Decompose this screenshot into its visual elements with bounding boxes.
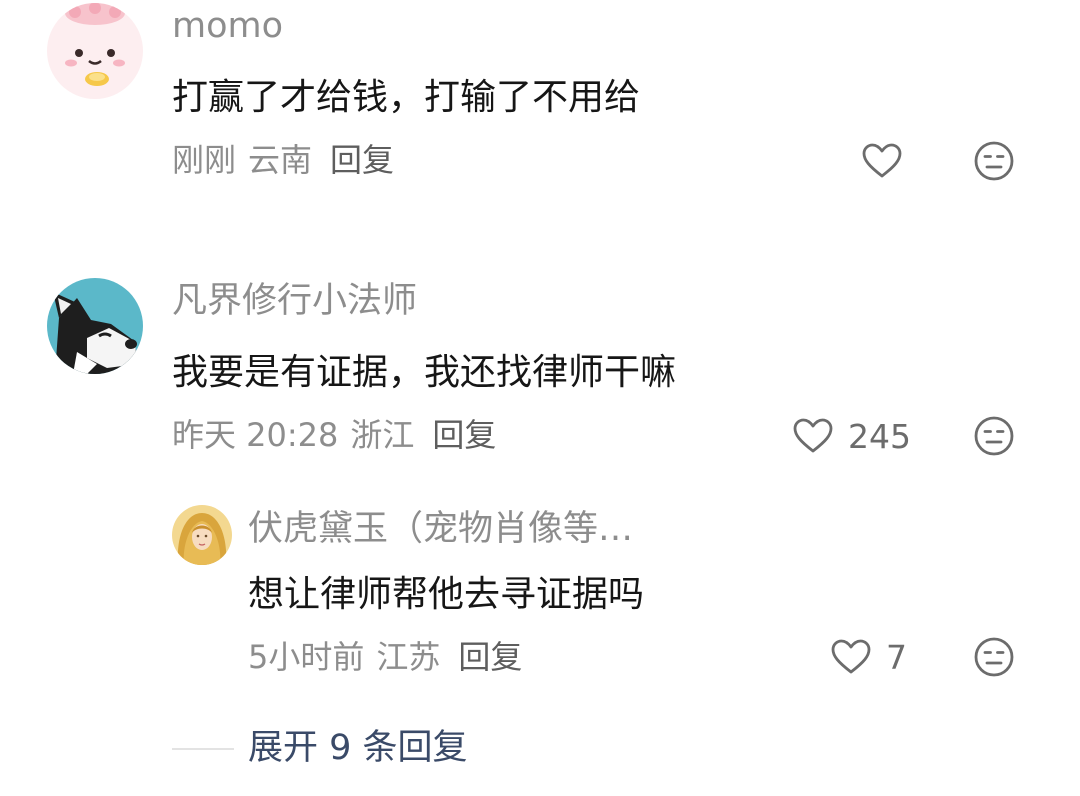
- comment-meta: 刚刚 云南 回复: [172, 144, 394, 176]
- meh-face-icon: [974, 637, 1014, 677]
- husky-dog-avatar-icon: [47, 278, 143, 374]
- dislike-button[interactable]: [973, 636, 1015, 678]
- comment-list: momo 打赢了才给钱，打输了不用给 刚刚 云南 回复 凡界修行小法师 我要是有…: [0, 0, 1080, 796]
- reply-button[interactable]: 回复: [458, 641, 522, 673]
- like-button[interactable]: 245: [792, 417, 911, 455]
- avatar-fanjie[interactable]: [47, 278, 143, 374]
- heart-outline-icon: [862, 143, 902, 178]
- reply-username[interactable]: 伏虎黛玉（宠物肖像等…: [248, 512, 633, 547]
- avatar-momo[interactable]: [47, 3, 143, 99]
- comment-username[interactable]: momo: [172, 9, 283, 44]
- heart-outline-icon: [831, 639, 871, 674]
- comment-text: 打赢了才给钱，打输了不用给: [172, 77, 641, 118]
- comment-location: 浙江: [350, 416, 415, 454]
- reply-time: 5小时前: [248, 638, 365, 676]
- reply-location: 江苏: [376, 638, 441, 676]
- pink-bun-avatar-icon: [47, 3, 143, 99]
- like-count: 7: [886, 637, 907, 677]
- reply-meta: 5小时前 江苏 回复: [248, 641, 522, 673]
- meh-face-icon: [974, 416, 1014, 456]
- dislike-button[interactable]: [973, 415, 1015, 457]
- like-button[interactable]: [861, 142, 903, 180]
- meh-face-icon: [974, 141, 1014, 181]
- reply-button[interactable]: 回复: [330, 144, 394, 176]
- reply-button[interactable]: 回复: [432, 419, 496, 451]
- comment-meta: 昨天 20:28 浙江 回复: [172, 419, 496, 451]
- heart-outline-icon: [793, 418, 833, 453]
- expand-replies-button[interactable]: 展开 9 条回复: [172, 731, 468, 766]
- comment-time: 昨天 20:28: [172, 416, 339, 454]
- golden-hair-girl-avatar-icon: [172, 505, 232, 565]
- comment-text: 我要是有证据，我还找律师干嘛: [172, 352, 677, 393]
- expand-replies-label: 展开 9 条回复: [248, 728, 468, 768]
- avatar-fuhu[interactable]: [172, 505, 232, 565]
- like-button[interactable]: 7: [830, 638, 907, 676]
- comment-time: 刚刚: [172, 141, 237, 179]
- dislike-button[interactable]: [973, 140, 1015, 182]
- reply-text: 想让律师帮他去寻证据吗: [248, 574, 645, 615]
- like-count: 245: [848, 416, 911, 456]
- expand-divider: [172, 747, 234, 750]
- comment-username[interactable]: 凡界修行小法师: [172, 284, 417, 319]
- comment-location: 云南: [248, 141, 313, 179]
